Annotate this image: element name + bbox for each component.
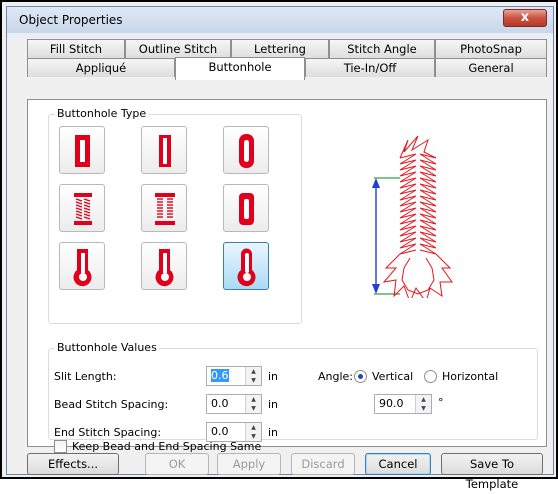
spin-down-icon[interactable]: ▼	[246, 404, 261, 413]
tab-lettering[interactable]: Lettering	[231, 39, 329, 58]
slit-length-spinner[interactable]: ▲ ▼	[245, 367, 261, 385]
type-rounded-button[interactable]	[223, 126, 269, 174]
angle-value-input[interactable]: 90.0 ▲ ▼	[374, 394, 432, 414]
rounded-square-icon	[239, 193, 254, 225]
dialog-window: Object Properties x Fill Stitch Outline …	[6, 6, 554, 491]
spin-up-icon[interactable]: ▲	[246, 367, 261, 376]
type-square-bar-button[interactable]	[59, 126, 105, 174]
angle-horizontal-label: Horizontal	[442, 370, 499, 383]
window-title: Object Properties	[19, 13, 123, 27]
type-keyhole-round-button[interactable]	[223, 242, 269, 290]
square-bar-thin-icon	[159, 135, 171, 167]
tab-tie-in-off[interactable]: Tie-In/Off	[305, 58, 435, 77]
close-button[interactable]: x	[503, 9, 547, 27]
type-square-bar-thin-button[interactable]	[141, 126, 187, 174]
angle-unit: °	[438, 396, 444, 409]
slit-length-label: Slit Length:	[54, 370, 117, 383]
tab-buttonhole[interactable]: Buttonhole	[175, 57, 305, 80]
tab-applique[interactable]: Appliqué	[27, 58, 175, 77]
spin-up-icon[interactable]: ▲	[416, 395, 431, 404]
type-keyhole-button[interactable]	[141, 242, 187, 290]
ok-button[interactable]: OK	[145, 453, 209, 475]
discard-button[interactable]: Discard	[291, 453, 355, 475]
apply-button[interactable]: Apply	[217, 453, 281, 475]
cancel-button[interactable]: Cancel	[365, 453, 431, 475]
buttonhole-type-label: Buttonhole Type	[55, 107, 149, 120]
keyhole-wide-icon	[73, 249, 92, 287]
tab-general[interactable]: General	[435, 58, 547, 77]
tab-photosnap[interactable]: PhotoSnap	[435, 39, 547, 58]
type-keyhole-wide-button[interactable]	[59, 242, 105, 290]
angle-vertical-radio[interactable]	[354, 370, 367, 383]
type-bar-tack-dense-button[interactable]	[141, 184, 187, 232]
dialog-client: Fill Stitch Outline Stitch Lettering Sti…	[13, 39, 547, 491]
spin-down-icon[interactable]: ▼	[246, 376, 261, 385]
title-bar[interactable]: Object Properties x	[7, 7, 553, 33]
angle-vertical-label: Vertical	[372, 370, 414, 383]
spin-up-icon[interactable]: ▲	[246, 395, 261, 404]
end-spacing-value: 0.0	[211, 425, 229, 438]
slit-length-input[interactable]: 0.6 ▲ ▼	[206, 366, 262, 386]
save-to-template-button[interactable]: Save To Template	[441, 453, 543, 491]
end-spacing-input[interactable]: 0.0 ▲ ▼	[206, 422, 262, 442]
preview-arrow-up-icon	[372, 178, 380, 188]
screenshot-frame: Object Properties x Fill Stitch Outline …	[0, 0, 558, 491]
square-bar-icon	[75, 135, 90, 167]
end-spacing-spinner[interactable]: ▲ ▼	[245, 423, 261, 441]
spin-down-icon[interactable]: ▼	[416, 404, 431, 413]
preview-arrow-down-icon	[372, 284, 380, 294]
spin-up-icon[interactable]: ▲	[246, 423, 261, 432]
buttonhole-values-label: Buttonhole Values	[55, 341, 159, 354]
bar-tack-icon	[74, 193, 92, 225]
effects-button[interactable]: Effects...	[27, 453, 119, 475]
slit-length-value: 0.6	[211, 369, 229, 382]
tab-stitch-angle[interactable]: Stitch Angle	[329, 39, 435, 58]
keyhole-round-icon	[237, 248, 256, 287]
bead-spacing-unit: in	[268, 398, 279, 411]
angle-spinner[interactable]: ▲ ▼	[415, 395, 431, 413]
keep-same-checkbox[interactable]	[54, 440, 67, 453]
keep-same-label: Keep Bead and End Spacing Same	[72, 440, 262, 453]
slit-length-unit: in	[268, 370, 279, 383]
buttonhole-preview	[372, 135, 453, 298]
type-rounded-square-button[interactable]	[223, 184, 269, 232]
tab-fill-stitch[interactable]: Fill Stitch	[27, 39, 125, 58]
bead-spacing-value: 0.0	[211, 397, 229, 410]
keyhole-icon	[155, 249, 174, 287]
bead-spacing-label: Bead Stitch Spacing:	[54, 398, 169, 411]
rounded-icon	[239, 134, 254, 168]
buttonhole-tab-panel: Buttonhole Type Buttonhole Values Slit L…	[27, 99, 547, 453]
preview-stitches	[382, 135, 453, 298]
bar-tack-dense-icon	[155, 193, 175, 225]
angle-value: 90.0	[379, 397, 404, 410]
tab-outline-stitch[interactable]: Outline Stitch	[125, 39, 231, 58]
angle-horizontal-radio[interactable]	[424, 370, 437, 383]
end-spacing-unit: in	[268, 426, 279, 439]
angle-label: Angle:	[318, 370, 354, 383]
bead-spacing-spinner[interactable]: ▲ ▼	[245, 395, 261, 413]
type-bar-tack-button[interactable]	[59, 184, 105, 232]
bead-spacing-input[interactable]: 0.0 ▲ ▼	[206, 394, 262, 414]
end-spacing-label: End Stitch Spacing:	[54, 426, 162, 439]
